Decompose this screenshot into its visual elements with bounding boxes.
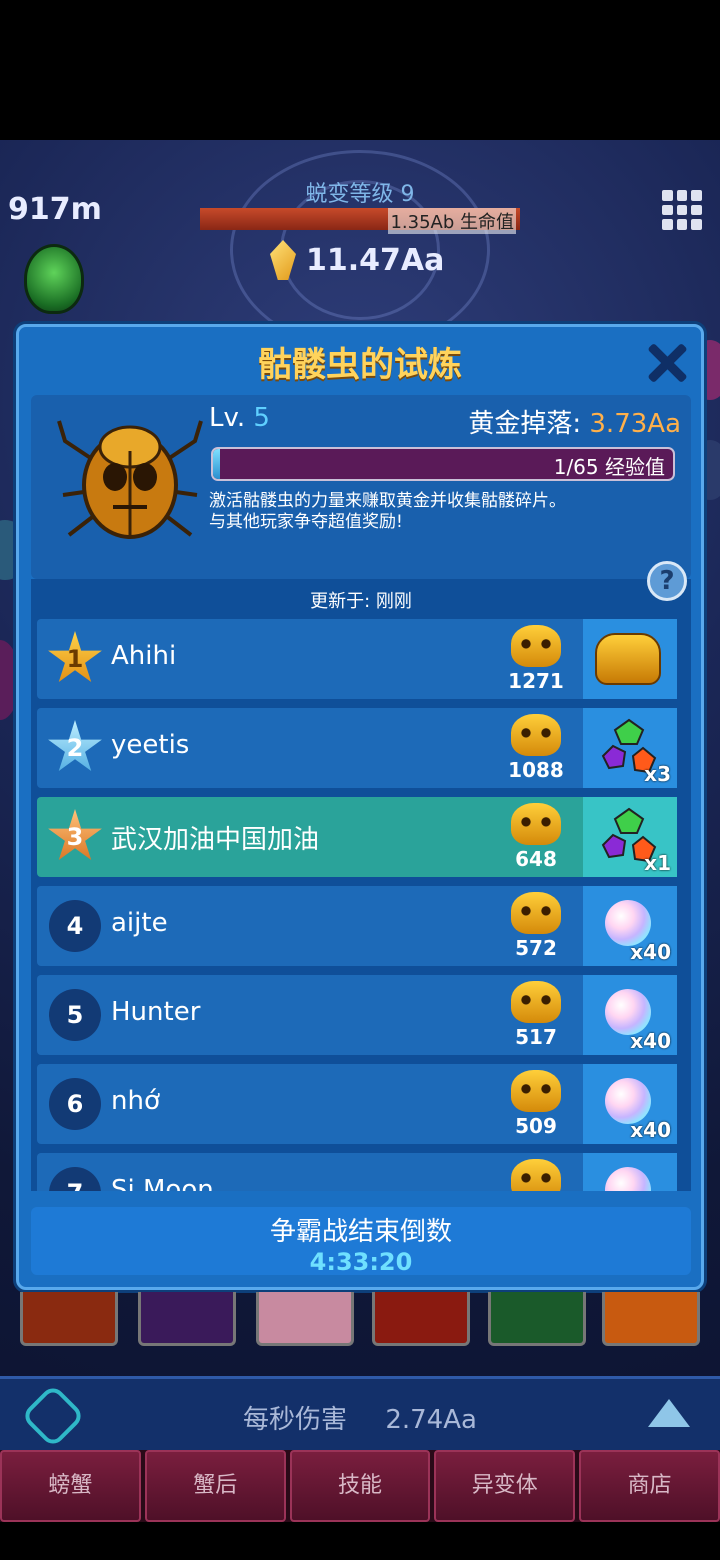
rank-badge: 6 <box>49 1078 101 1130</box>
countdown-label: 争霸战结束倒数 <box>269 1217 452 1247</box>
reward-slot[interactable] <box>583 619 677 699</box>
xp-fill <box>213 449 220 479</box>
close-icon[interactable] <box>645 341 689 385</box>
skull-fragment-icon <box>511 714 561 756</box>
leaderboard-row[interactable]: 5 Hunter 517 x40 <box>37 975 677 1055</box>
countdown-panel: 争霸战结束倒数 4:33:20 <box>31 1207 691 1276</box>
player-name: Ahihi <box>111 641 177 671</box>
tab-crab[interactable]: 螃蟹 <box>0 1450 141 1522</box>
reward-slot[interactable]: x3 <box>583 708 677 788</box>
tab-mutants[interactable]: 异变体 <box>434 1450 576 1522</box>
gold-drop-value: 3.73Aa <box>589 409 681 439</box>
gold-drop: 黄金掉落: 3.73Aa <box>468 403 681 440</box>
help-button[interactable]: ? <box>647 561 687 601</box>
countdown-time: 4:33:20 <box>309 1248 413 1276</box>
rank-badge: 5 <box>49 989 101 1041</box>
dps-label: 每秒伤害 <box>243 1405 348 1435</box>
trial-description: 激活骷髅虫的力量来赚取黄金并收集骷髅碎片。 与其他玩家争夺超值奖励! <box>209 491 679 533</box>
rank-badge: 7 <box>49 1167 101 1191</box>
ability-slot[interactable] <box>20 1292 118 1346</box>
leaderboard-row[interactable]: 3 武汉加油中国加油 648 x1 <box>37 797 677 877</box>
rank-badge: 3 <box>48 809 102 860</box>
player-score: 572 <box>515 936 557 960</box>
beetle-level: Lv. 5 <box>209 403 270 433</box>
level-value: 5 <box>253 403 270 433</box>
xp-progress-bar: 1/65 经验值 <box>211 447 675 481</box>
reward-multiplier: x40 <box>630 1029 671 1053</box>
scarab-icon[interactable] <box>24 244 84 314</box>
dps-value: 2.74Aa <box>385 1405 477 1435</box>
expand-up-icon[interactable] <box>648 1399 690 1427</box>
skull-fragment-icon <box>511 981 561 1023</box>
skull-fragment-icon <box>511 625 561 667</box>
boss-hp-bar: 1.35Ab 生命值 <box>200 208 520 234</box>
player-score: 517 <box>515 1025 557 1049</box>
player-score: 648 <box>515 847 557 871</box>
hp-text: 1.35Ab 生命值 <box>388 208 516 234</box>
player-name: 武汉加油中国加油 <box>111 825 320 855</box>
xp-text: 1/65 经验值 <box>553 455 665 479</box>
tab-shop[interactable]: 商店 <box>579 1450 720 1522</box>
nav-bar-area <box>0 1522 720 1560</box>
leaderboard-row[interactable]: 6 nhớ 509 x40 <box>37 1064 677 1144</box>
player-name: nhớ <box>111 1086 160 1116</box>
leaderboard-row[interactable]: 4 aijte 572 x40 <box>37 886 677 966</box>
ability-slot[interactable] <box>602 1292 700 1346</box>
reward-multiplier: x40 <box>630 1118 671 1142</box>
skull-beetle-icon <box>57 420 203 539</box>
skull-fragment-icon <box>511 1070 561 1112</box>
player-name: aijte <box>111 908 168 938</box>
leaderboard-row[interactable]: 2 yeetis 1088 x3 <box>37 708 677 788</box>
tab-queen[interactable]: 蟹后 <box>144 1450 286 1522</box>
player-name: Hunter <box>111 997 201 1027</box>
ability-row <box>20 1292 700 1348</box>
player-score: 1088 <box>508 758 564 782</box>
skull-fragment-icon <box>511 1159 561 1191</box>
ability-slot[interactable] <box>488 1292 586 1346</box>
description-line-1: 激活骷髅虫的力量来赚取黄金并收集骷髅碎片。 <box>209 491 566 511</box>
gold-gem-icon <box>270 240 296 280</box>
reward-multiplier: x1 <box>644 851 671 875</box>
ability-slot[interactable] <box>256 1292 354 1346</box>
gold-total: 11.47Aa <box>270 240 444 280</box>
tab-skills[interactable]: 技能 <box>289 1450 431 1522</box>
ability-slot[interactable] <box>138 1292 236 1346</box>
dps-readout: 每秒伤害 2.74Aa <box>0 1399 720 1436</box>
leaderboard-row[interactable]: 1 Ahihi 1271 <box>37 619 677 699</box>
ability-slot[interactable] <box>372 1292 470 1346</box>
treasure-chest-icon <box>595 633 661 685</box>
leaderboard[interactable]: 更新于: 刚刚 1 Ahihi 1271 2 yeetis 1088 x3 3 武汉加油中国加油… <box>31 579 691 1191</box>
evolution-level: 蜕变等级 9 <box>305 182 415 207</box>
grid-menu-icon[interactable] <box>662 190 702 230</box>
trial-modal: 骷髅虫的试炼 Lv. 5 黄金掉落: 3.73Aa 1/65 经验值 激活骷髅虫… <box>16 324 704 1290</box>
player-score: 1271 <box>508 669 564 693</box>
player-name: Si Moon <box>111 1175 214 1191</box>
reward-multiplier: x40 <box>630 940 671 964</box>
player-name: yeetis <box>111 730 190 760</box>
description-line-2: 与其他玩家争夺超值奖励! <box>209 512 403 532</box>
pearl-icon <box>605 1167 651 1191</box>
reward-slot[interactable]: x40 <box>583 975 677 1055</box>
reward-multiplier: x3 <box>644 762 671 786</box>
reward-slot[interactable]: x40 <box>583 1064 677 1144</box>
gold-drop-label: 黄金掉落: <box>468 409 582 439</box>
reward-slot[interactable] <box>583 1153 677 1191</box>
skull-fragment-icon <box>511 892 561 934</box>
updated-label: 更新于: 刚刚 <box>310 591 412 612</box>
leaderboard-row[interactable]: 7 Si Moon <box>37 1153 677 1191</box>
player-score: 509 <box>515 1114 557 1138</box>
depth-readout: 917m <box>8 192 102 227</box>
rank-badge: 1 <box>48 631 102 682</box>
gold-total-value: 11.47Aa <box>306 242 445 278</box>
level-label: Lv. <box>209 403 246 433</box>
bottom-tabs: 螃蟹 蟹后 技能 异变体 商店 <box>0 1450 720 1522</box>
modal-title: 骷髅虫的试炼 <box>258 345 462 385</box>
reward-slot[interactable]: x40 <box>583 886 677 966</box>
beetle-info-panel: Lv. 5 黄金掉落: 3.73Aa 1/65 经验值 激活骷髅虫的力量来赚取黄… <box>31 395 691 579</box>
rank-badge: 4 <box>49 900 101 952</box>
reward-slot[interactable]: x1 <box>583 797 677 877</box>
dps-bar: 每秒伤害 2.74Aa <box>0 1376 720 1450</box>
rank-badge: 2 <box>48 720 102 771</box>
skull-fragment-icon <box>511 803 561 845</box>
